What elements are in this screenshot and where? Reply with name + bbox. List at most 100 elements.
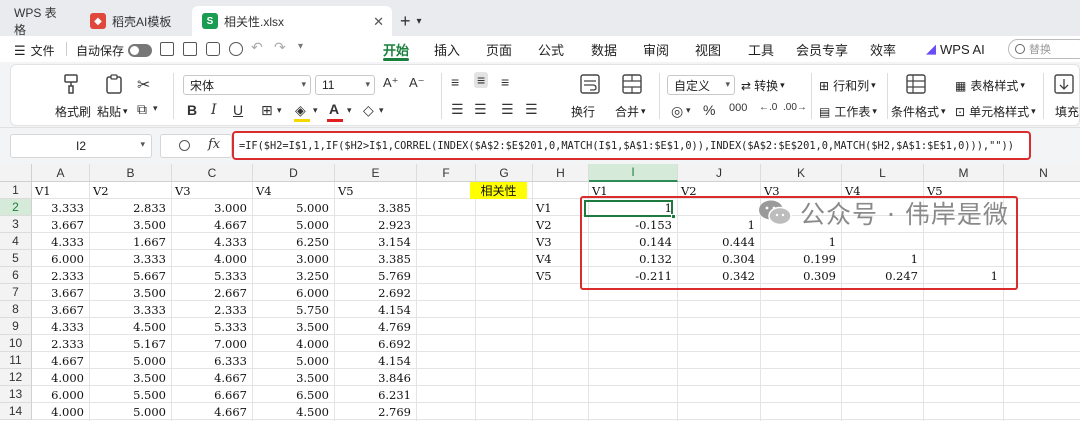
zoom-icon[interactable] [179,140,190,151]
chevron-down-icon[interactable]: ▾ [417,16,422,27]
convert-button[interactable]: ⇄ 转换 ▾ [741,77,785,94]
data-cell[interactable]: 5.167 [90,335,172,352]
preview-icon[interactable] [229,42,243,56]
data-cell[interactable]: 4.500 [90,318,172,335]
search-box[interactable]: 替换 [1008,39,1080,59]
percent-icon[interactable]: % [703,102,715,118]
data-cell[interactable]: 5.769 [335,267,417,284]
undo-icon[interactable]: ↶ [251,39,263,56]
align-right-icon[interactable]: ☰ [501,101,514,118]
data-cell[interactable]: 5.000 [253,199,335,216]
font-grow-icon[interactable]: A⁺ [383,75,399,91]
column-header-l[interactable]: L [842,164,924,182]
copy-icon[interactable]: ⧉ [137,101,147,118]
wrap-text-button[interactable]: 换行 [571,103,595,120]
chevron-down-icon[interactable]: ▾ [153,103,158,114]
header-cell[interactable]: V1 [32,182,90,199]
header-cell[interactable]: V2 [90,182,172,199]
italic-icon[interactable]: I [211,102,217,118]
font-color-icon[interactable]: A [329,101,339,117]
conditional-format-button[interactable]: 条件格式 ▾ [891,103,946,120]
data-cell[interactable]: 2.833 [90,199,172,216]
data-cell[interactable]: 3.500 [253,318,335,335]
data-cell[interactable]: 2.769 [335,403,417,420]
font-shrink-icon[interactable]: A⁻ [409,75,425,91]
data-cell[interactable]: 3.500 [253,369,335,386]
align-left-icon[interactable]: ☰ [451,101,464,118]
data-cell[interactable]: 3.667 [32,216,90,233]
bold-icon[interactable]: B [187,102,197,118]
row-header-5[interactable]: 5 [0,250,32,267]
eraser-icon[interactable]: ◇ [363,102,374,119]
close-icon[interactable]: ✕ [373,14,384,30]
column-header-i[interactable]: I [589,164,678,182]
align-middle-icon[interactable]: ≡ [474,72,489,88]
data-cell[interactable]: 5.000 [90,352,172,369]
redo-icon[interactable]: ↷ [274,39,286,56]
increase-decimal-icon[interactable]: ←.0 [759,102,777,113]
row-header-9[interactable]: 9 [0,318,32,335]
data-cell[interactable]: 6.250 [253,233,335,250]
column-header-j[interactable]: J [678,164,761,182]
data-cell[interactable]: 2.333 [32,335,90,352]
select-all-corner[interactable] [0,164,32,182]
data-cell[interactable]: 5.000 [253,216,335,233]
row-header-12[interactable]: 12 [0,369,32,386]
chevron-down-icon[interactable]: ▾ [298,41,303,52]
data-cell[interactable]: 3.154 [335,233,417,250]
underline-icon[interactable]: U [233,102,243,118]
font-size-select[interactable]: 11 ▾ [315,75,375,95]
data-cell[interactable]: 6.000 [253,284,335,301]
data-cell[interactable]: 3.385 [335,199,417,216]
column-header-f[interactable]: F [417,164,476,182]
data-cell[interactable]: 6.231 [335,386,417,403]
data-cell[interactable]: 7.000 [172,335,253,352]
data-cell[interactable]: 3.000 [253,250,335,267]
conditional-format-icon[interactable] [905,73,927,95]
data-cell[interactable]: 4.667 [32,352,90,369]
data-cell[interactable]: 3.500 [90,284,172,301]
data-cell[interactable]: 5.500 [90,386,172,403]
header-cell[interactable]: V5 [335,182,417,199]
ribbon-tab-data[interactable]: 数据 [591,36,617,62]
align-top-icon[interactable]: ≡ [451,74,459,90]
data-cell[interactable]: 4.000 [172,250,253,267]
format-painter-icon[interactable] [61,73,83,95]
data-cell[interactable]: 5.667 [90,267,172,284]
chevron-down-icon[interactable]: ▾ [277,105,282,116]
data-cell[interactable]: 6.692 [335,335,417,352]
ribbon-tab-efficiency[interactable]: 效率 [870,36,896,62]
merge-button[interactable]: 合并 ▾ [615,103,646,120]
export-icon[interactable] [183,42,197,56]
data-cell[interactable]: 2.692 [335,284,417,301]
header-cell[interactable]: V3 [172,182,253,199]
data-cell[interactable]: 2.333 [32,267,90,284]
data-cell[interactable]: 5.000 [253,352,335,369]
ribbon-tab-home[interactable]: 开始 [383,36,410,62]
chevron-down-icon[interactable]: ▾ [686,105,691,116]
data-cell[interactable]: 4.667 [172,216,253,233]
toggle-switch[interactable] [128,44,153,57]
tab-docer-templates[interactable]: ◆ 稻壳AI模板 [80,6,188,36]
correlation-title-cell[interactable]: 相关性 [470,182,527,199]
worksheet-button[interactable]: ▤ 工作表 ▾ [819,103,877,120]
data-cell[interactable]: 3.667 [32,301,90,318]
chevron-down-icon[interactable]: ▾ [379,105,384,116]
column-header-c[interactable]: C [172,164,253,182]
row-header-14[interactable]: 14 [0,403,32,420]
tab-wps-home[interactable]: WPS 表格 [4,6,76,37]
column-header-e[interactable]: E [335,164,417,182]
new-tab-button[interactable]: + ▾ [400,6,422,36]
row-header-1[interactable]: 1 [0,182,32,199]
data-cell[interactable]: 4.769 [335,318,417,335]
data-cell[interactable]: 5.000 [90,403,172,420]
column-header-g[interactable]: G [476,164,533,182]
decrease-decimal-icon[interactable]: .00→ [783,102,807,113]
paste-button[interactable]: 粘贴 ▾ [97,103,128,120]
data-cell[interactable]: 4.000 [32,403,90,420]
data-cell[interactable]: 3.333 [90,250,172,267]
justify-icon[interactable]: ☰ [525,101,538,118]
fill-button[interactable]: 填充 [1055,103,1079,120]
currency-icon[interactable]: ◎ [671,103,683,120]
number-format-select[interactable]: 自定义 ▾ [667,75,735,95]
